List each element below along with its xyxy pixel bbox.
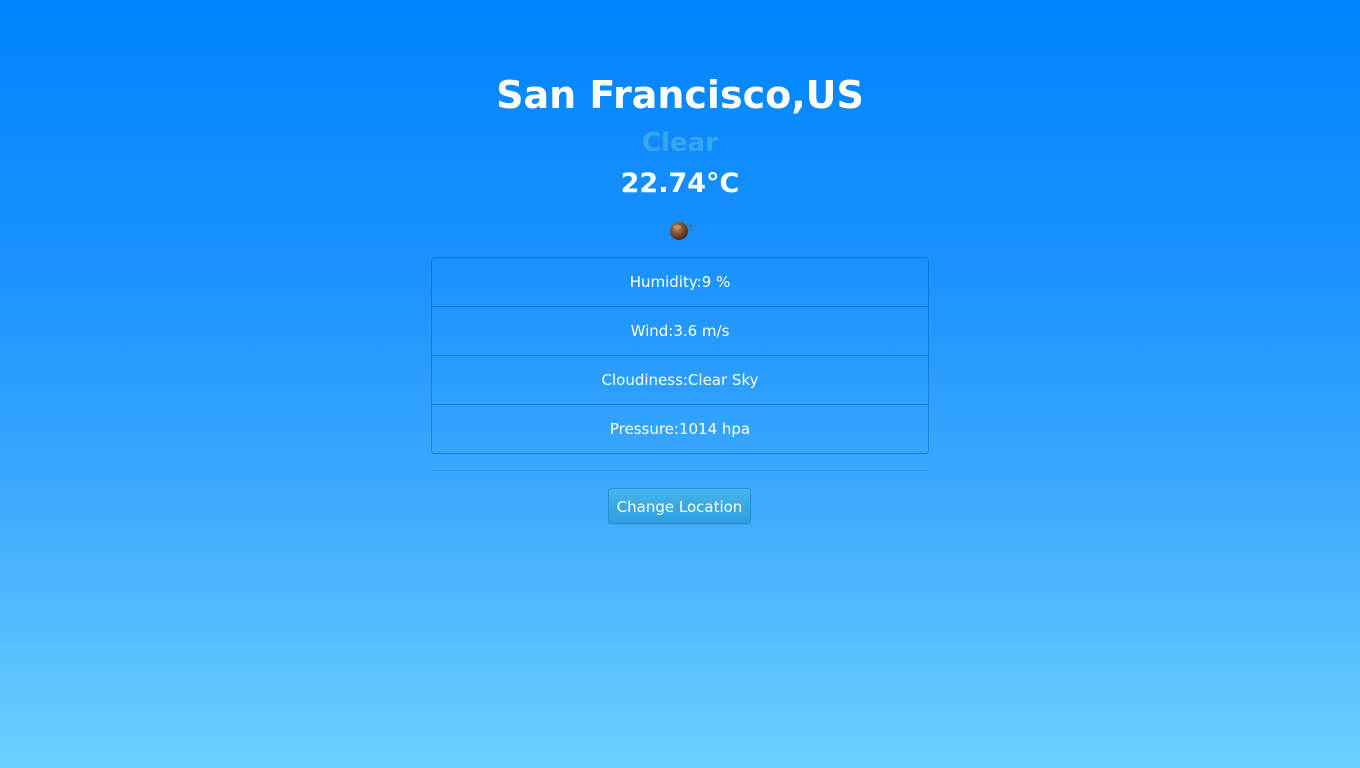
temperature: 22.74°C	[620, 168, 740, 199]
cloudiness-item: Cloudiness:Clear Sky	[432, 355, 928, 404]
change-location-button[interactable]: Change Location	[608, 488, 751, 524]
pressure-item: Pressure:1014 hpa	[432, 404, 928, 453]
clear-night-icon	[668, 219, 694, 241]
city-title: San Francisco,US	[496, 73, 864, 117]
divider	[431, 470, 929, 471]
humidity-item: Humidity:9 %	[629, 273, 731, 291]
wind-item: Wind:3.6 m/s	[432, 306, 928, 355]
weather-details-list: Humidity:9 % Wind:3.6 m/s Cloudiness:Cle…	[431, 257, 929, 454]
weather-condition: Clear	[642, 128, 718, 158]
